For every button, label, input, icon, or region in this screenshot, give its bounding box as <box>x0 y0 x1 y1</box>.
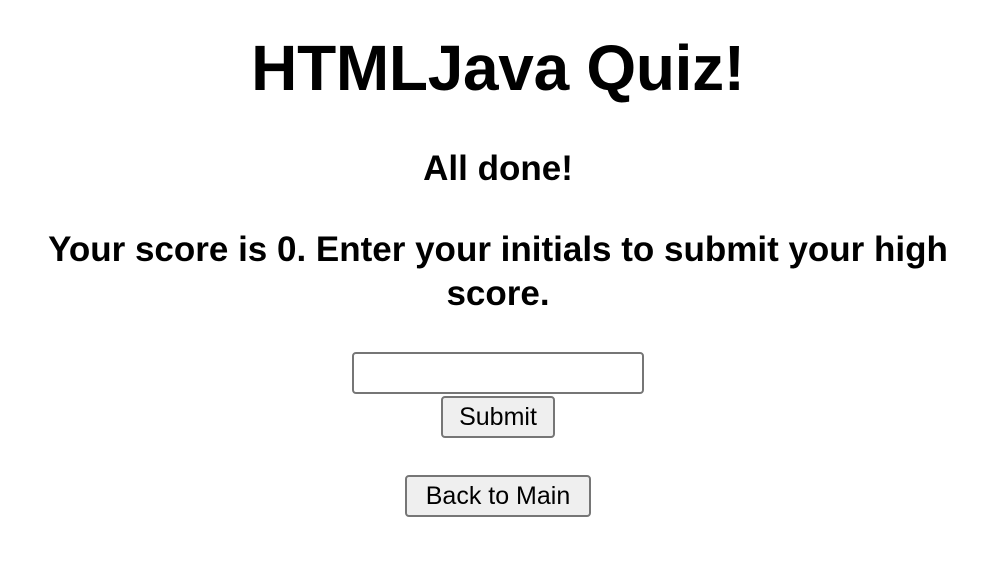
submit-button[interactable]: Submit <box>441 396 555 438</box>
score-message: Your score is 0. Enter your initials to … <box>48 230 948 313</box>
page-title: HTMLJava Quiz! <box>251 32 745 104</box>
done-heading: All done! <box>423 149 573 188</box>
back-button-container: Back to Main <box>0 475 996 517</box>
high-score-form: Submit <box>0 352 996 438</box>
back-to-main-button[interactable]: Back to Main <box>405 475 591 517</box>
quiz-results-page: HTMLJava Quiz! All done! Your score is 0… <box>0 0 996 582</box>
initials-input[interactable] <box>352 352 644 394</box>
